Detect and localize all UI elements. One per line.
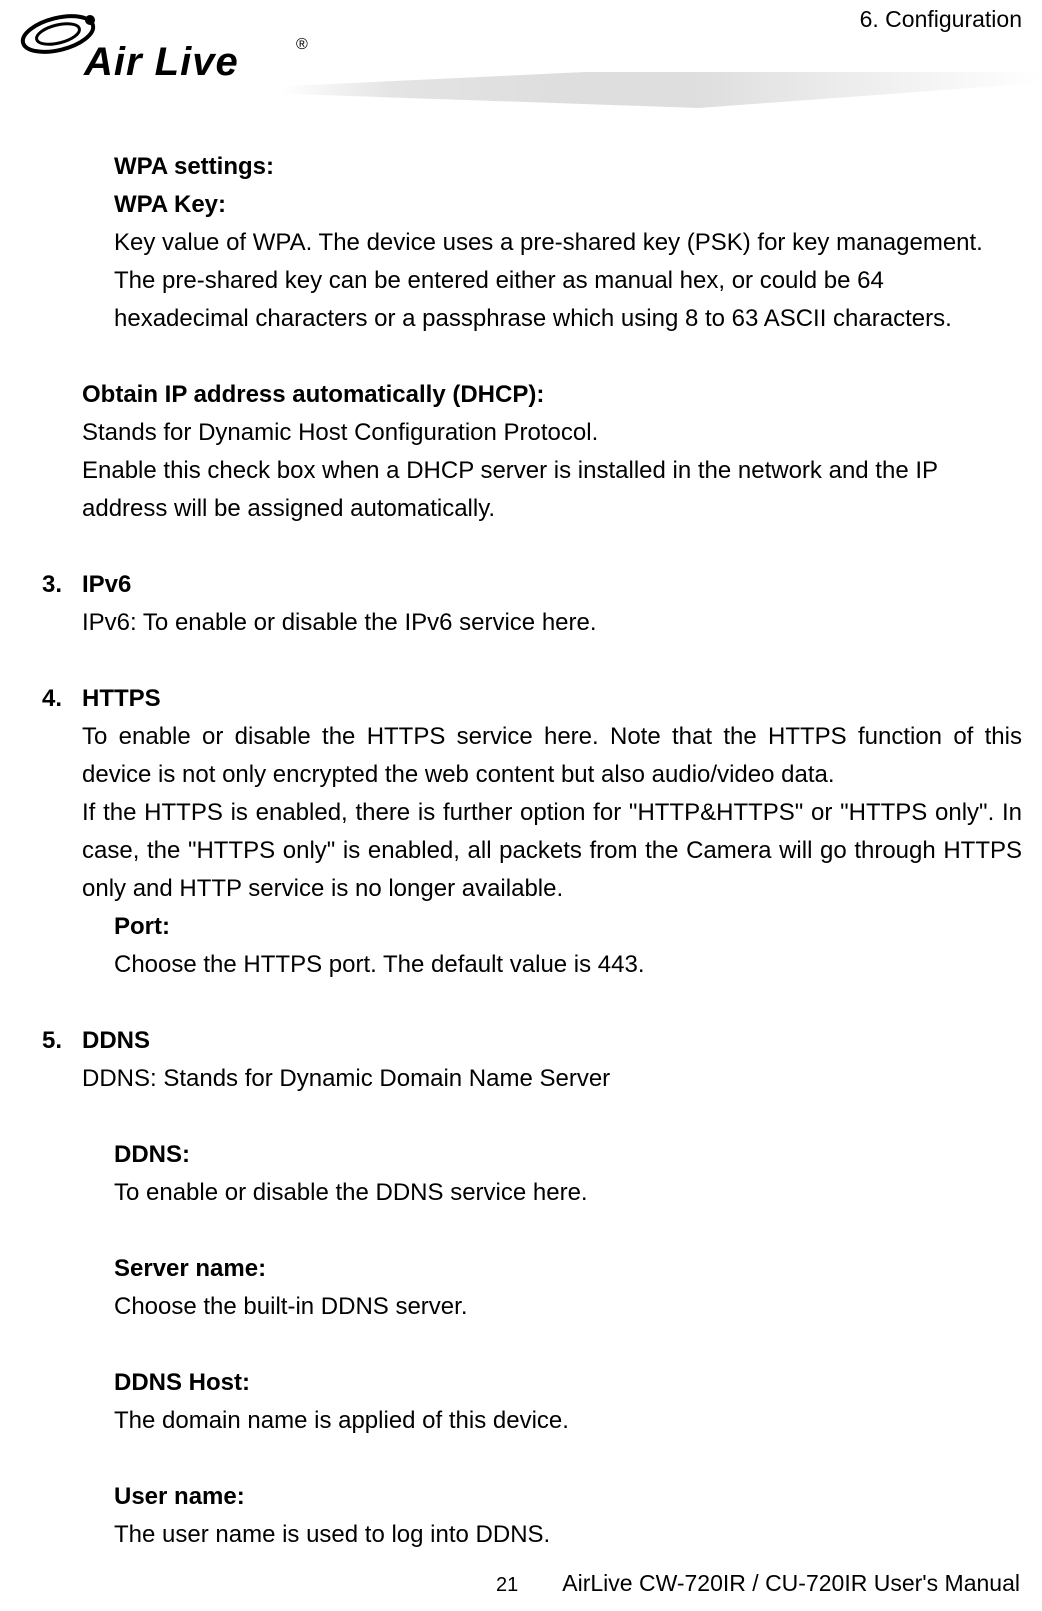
server-name-text: Choose the built-in DDNS server.	[114, 1288, 1022, 1326]
page-content: WPA settings: WPA Key: Key value of WPA.…	[42, 148, 1022, 1554]
airlive-logo: Air Live ®	[18, 6, 308, 92]
section-5-text: DDNS: Stands for Dynamic Domain Name Ser…	[82, 1060, 1022, 1098]
section-5: 5.DDNS	[42, 1022, 1022, 1060]
section-4-number: 4.	[42, 680, 82, 718]
section-3-number: 3.	[42, 566, 82, 604]
section-5-number: 5.	[42, 1022, 82, 1060]
header-section-label: 6. Configuration	[860, 6, 1022, 33]
section-4-heading: HTTPS	[82, 685, 161, 712]
section-3-text: IPv6: To enable or disable the IPv6 serv…	[82, 604, 1022, 642]
dhcp-line1: Stands for Dynamic Host Configuration Pr…	[82, 414, 1022, 452]
section-4: 4.HTTPS	[42, 680, 1022, 718]
port-text: Choose the HTTPS port. The default value…	[114, 946, 1022, 984]
user-name-heading: User name:	[114, 1478, 1022, 1516]
dhcp-heading: Obtain IP address automatically (DHCP):	[82, 376, 1022, 414]
logo-text: Air Live	[84, 40, 239, 85]
page-number: 21	[496, 1574, 518, 1597]
logo-registered-icon: ®	[296, 36, 308, 54]
wpa-key-heading: WPA Key:	[114, 186, 1022, 224]
wpa-key-desc: Key value of WPA. The device uses a pre-…	[114, 224, 1022, 338]
server-name-heading: Server name:	[114, 1250, 1022, 1288]
section-5-heading: DDNS	[82, 1027, 150, 1054]
section-4-p2: If the HTTPS is enabled, there is furthe…	[82, 794, 1022, 908]
header-swoosh	[280, 72, 1042, 108]
ddns-text: To enable or disable the DDNS service he…	[114, 1174, 1022, 1212]
port-heading: Port:	[114, 908, 1022, 946]
wpa-settings-heading: WPA settings:	[114, 148, 1022, 186]
section-3-heading: IPv6	[82, 571, 131, 598]
ddns-host-text: The domain name is applied of this devic…	[114, 1402, 1022, 1440]
section-4-p1: To enable or disable the HTTPS service h…	[82, 718, 1022, 794]
footer-text: AirLive CW-720IR / CU-720IR User's Manua…	[562, 1570, 1020, 1597]
ddns-host-heading: DDNS Host:	[114, 1364, 1022, 1402]
dhcp-line2: Enable this check box when a DHCP server…	[82, 452, 1022, 528]
section-3: 3.IPv6	[42, 566, 1022, 604]
ddns-heading: DDNS:	[114, 1136, 1022, 1174]
user-name-text: The user name is used to log into DDNS.	[114, 1516, 1022, 1554]
